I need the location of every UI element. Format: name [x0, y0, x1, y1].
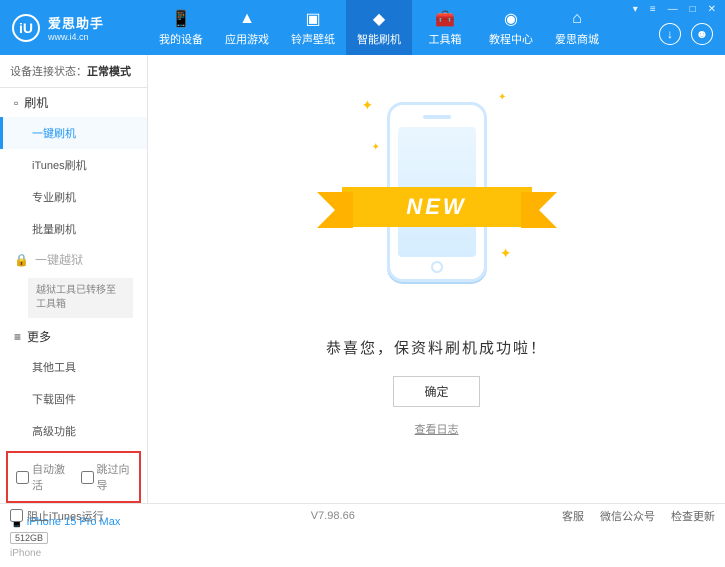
flash-icon: ◆: [368, 9, 390, 29]
device-icon: 📱: [170, 9, 192, 29]
app-subtitle: www.i4.cn: [48, 32, 104, 42]
user-button[interactable]: ☻: [691, 23, 713, 45]
sparkle-icon: ✦: [362, 97, 374, 114]
sidebar-item-batch-flash[interactable]: 批量刷机: [0, 213, 147, 245]
main-nav: 📱我的设备 ▲应用游戏 ▣铃声壁纸 ◆智能刷机 🧰工具箱 ◉教程中心 ⌂爱思商城: [148, 0, 610, 55]
ringtone-icon: ▣: [302, 9, 324, 29]
more-section-icon: ≡: [14, 330, 21, 344]
logo-icon: iU: [12, 14, 40, 42]
sidebar-item-download-firmware[interactable]: 下载固件: [0, 383, 147, 415]
nav-tutorials[interactable]: ◉教程中心: [478, 0, 544, 55]
header-right-buttons: ↓ ☻: [659, 23, 713, 45]
toolbox-icon: 🧰: [434, 9, 456, 29]
checkbox-skip-guide[interactable]: 跳过向导: [81, 461, 132, 493]
menu-icon[interactable]: ▾: [630, 4, 641, 15]
sidebar-item-itunes-flash[interactable]: iTunes刷机: [0, 149, 147, 181]
checkbox-block-itunes[interactable]: 阻止iTunes运行: [10, 508, 104, 524]
sparkle-icon: ✦: [498, 92, 506, 103]
lock-icon: 🔒: [14, 253, 29, 267]
version-label: V7.98.66: [311, 510, 355, 522]
sidebar-item-other-tools[interactable]: 其他工具: [0, 351, 147, 383]
nav-ringtones[interactable]: ▣铃声壁纸: [280, 0, 346, 55]
nav-store[interactable]: ⌂爱思商城: [544, 0, 610, 55]
flash-section-icon: ▫: [14, 96, 18, 110]
download-button[interactable]: ↓: [659, 23, 681, 45]
sparkle-icon: ✦: [500, 245, 512, 262]
app-header: iU 爱思助手 www.i4.cn 📱我的设备 ▲应用游戏 ▣铃声壁纸 ◆智能刷…: [0, 0, 725, 55]
logo-area: iU 爱思助手 www.i4.cn: [0, 13, 148, 42]
section-jailbreak-header: 🔒 一键越狱: [0, 245, 147, 274]
apps-icon: ▲: [236, 9, 258, 29]
new-ribbon: NEW: [342, 187, 532, 227]
jailbreak-note: 越狱工具已转移至工具箱: [28, 278, 133, 318]
sparkle-icon: ✦: [372, 142, 380, 153]
close-icon[interactable]: ✕: [705, 4, 719, 15]
main-content: ✦ ✦ ✦ ✦ NEW 恭喜您，保资料刷机成功啦！ 确定 查看日志: [148, 55, 725, 503]
app-title: 爱思助手: [48, 13, 104, 32]
footer-wechat[interactable]: 微信公众号: [600, 508, 655, 524]
connection-status: 设备连接状态：正常模式: [0, 55, 147, 88]
highlighted-options: 自动激活 跳过向导: [6, 451, 141, 503]
device-storage: 512GB: [10, 532, 48, 544]
success-message: 恭喜您，保资料刷机成功啦！: [326, 337, 547, 358]
sidebar-item-pro-flash[interactable]: 专业刷机: [0, 181, 147, 213]
maximize-icon[interactable]: □: [687, 4, 699, 15]
confirm-button[interactable]: 确定: [393, 376, 479, 407]
footer-support[interactable]: 客服: [562, 508, 584, 524]
nav-my-device[interactable]: 📱我的设备: [148, 0, 214, 55]
success-illustration: ✦ ✦ ✦ ✦ NEW: [387, 102, 487, 282]
section-flash-header[interactable]: ▫ 刷机: [0, 88, 147, 117]
footer-check-update[interactable]: 检查更新: [671, 508, 715, 524]
device-model: iPhone: [10, 548, 137, 559]
sidebar-item-advanced[interactable]: 高级功能: [0, 415, 147, 447]
settings-icon[interactable]: ≡: [647, 4, 659, 15]
nav-smart-flash[interactable]: ◆智能刷机: [346, 0, 412, 55]
nav-toolbox[interactable]: 🧰工具箱: [412, 0, 478, 55]
window-controls: ▾ ≡ — □ ✕: [630, 4, 719, 15]
section-more-header[interactable]: ≡ 更多: [0, 322, 147, 351]
sidebar: 设备连接状态：正常模式 ▫ 刷机 一键刷机 iTunes刷机 专业刷机 批量刷机…: [0, 55, 148, 503]
checkbox-auto-activate[interactable]: 自动激活: [16, 461, 67, 493]
tutorial-icon: ◉: [500, 9, 522, 29]
minimize-icon[interactable]: —: [665, 4, 681, 15]
sidebar-item-oneclick-flash[interactable]: 一键刷机: [0, 117, 147, 149]
nav-apps-games[interactable]: ▲应用游戏: [214, 0, 280, 55]
view-log-link[interactable]: 查看日志: [415, 421, 459, 437]
store-icon: ⌂: [566, 9, 588, 29]
